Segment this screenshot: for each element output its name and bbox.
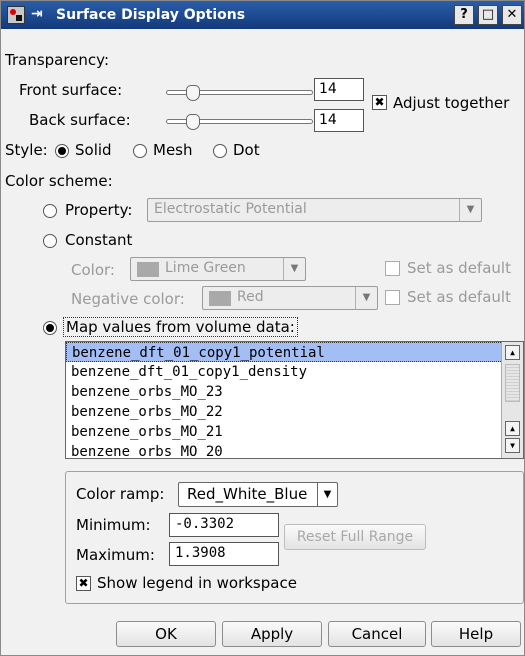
style-mesh-label[interactable]: Mesh — [153, 141, 193, 159]
color-swatch — [137, 262, 159, 277]
scroll-up-icon[interactable]: ▲ — [505, 345, 520, 360]
title-bar[interactable]: ⇥ Surface Display Options ? □ ✕ — [1, 1, 524, 29]
color-label: Color: — [71, 261, 115, 279]
maximum-label: Maximum: — [76, 546, 155, 564]
style-solid-radio[interactable] — [55, 144, 69, 158]
style-mesh-radio[interactable] — [133, 144, 147, 158]
adjust-together-checkbox[interactable]: ✖ — [372, 95, 387, 110]
negative-color-select[interactable]: Red ▼ — [202, 286, 378, 310]
style-label: Style: — [5, 141, 48, 159]
set-default-label[interactable]: Set as default — [407, 259, 511, 277]
front-surface-value[interactable]: 14 — [314, 78, 364, 101]
negative-color-swatch — [209, 291, 231, 306]
pin-icon[interactable]: ⇥ — [31, 6, 43, 22]
negative-color-label: Negative color: — [71, 290, 185, 308]
surface-display-options-dialog: ⇥ Surface Display Options ? □ ✕ Transpar… — [0, 0, 525, 656]
ok-button[interactable]: OK — [116, 621, 216, 647]
reset-full-range-button[interactable]: Reset Full Range — [284, 524, 426, 550]
style-dot-radio[interactable] — [213, 144, 227, 158]
color-ramp-dropdown-icon[interactable]: ▼ — [317, 483, 337, 506]
list-item[interactable]: benzene_orbs_MO_20 — [66, 442, 523, 458]
scroll-down-icon[interactable]: ▼ — [505, 438, 520, 453]
front-surface-slider[interactable] — [166, 85, 313, 101]
constant-radio[interactable] — [43, 234, 57, 248]
property-dropdown-icon[interactable]: ▼ — [459, 199, 481, 221]
property-select[interactable]: Electrostatic Potential ▼ — [147, 198, 482, 222]
cancel-button[interactable]: Cancel — [328, 621, 426, 647]
color-ramp-value: Red_White_Blue — [187, 485, 308, 503]
list-scrollbar[interactable]: ▲ ▲ ▼ — [501, 342, 523, 458]
property-radio[interactable] — [43, 204, 57, 218]
back-slider-thumb[interactable] — [186, 114, 200, 130]
window-title: Surface Display Options — [56, 7, 246, 23]
close-button[interactable]: ✕ — [502, 5, 522, 25]
property-select-value: Electrostatic Potential — [154, 201, 307, 217]
back-surface-slider[interactable] — [166, 114, 313, 130]
map-values-label[interactable]: Map values from volume data: — [63, 317, 298, 337]
show-legend-label[interactable]: Show legend in workspace — [97, 574, 297, 592]
style-solid-label[interactable]: Solid — [75, 141, 112, 159]
front-slider-thumb[interactable] — [186, 85, 200, 101]
maximize-button[interactable]: □ — [478, 5, 498, 25]
set-default-negative-label[interactable]: Set as default — [407, 288, 511, 306]
back-surface-label: Back surface: — [29, 111, 131, 129]
color-select[interactable]: Lime Green ▼ — [130, 257, 306, 281]
color-ramp-label: Color ramp: — [76, 485, 165, 503]
volume-data-list[interactable]: benzene_dft_01_copy1_potential benzene_d… — [65, 341, 524, 459]
color-ramp-select[interactable]: Red_White_Blue ▼ — [178, 482, 338, 507]
negative-color-dropdown-icon[interactable]: ▼ — [355, 287, 377, 309]
list-item[interactable]: benzene_orbs_MO_22 — [66, 402, 523, 422]
negative-color-select-value: Red — [237, 289, 264, 305]
back-surface-value[interactable]: 14 — [314, 109, 364, 132]
front-surface-label: Front surface: — [19, 81, 123, 99]
set-default-checkbox[interactable] — [385, 261, 400, 276]
minimum-label: Minimum: — [76, 516, 151, 534]
transparency-label: Transparency: — [5, 51, 110, 69]
list-item[interactable]: benzene_dft_01_copy1_density — [66, 362, 523, 382]
app-icon[interactable] — [7, 6, 25, 24]
maximum-input[interactable]: 1.3908 — [169, 542, 279, 566]
list-item[interactable]: benzene_orbs_MO_21 — [66, 422, 523, 442]
help-button[interactable]: Help — [431, 621, 521, 647]
minimum-input[interactable]: -0.3302 — [169, 513, 279, 537]
map-values-radio[interactable] — [43, 321, 57, 335]
show-legend-checkbox[interactable]: ✖ — [76, 576, 91, 591]
list-item[interactable]: benzene_orbs_MO_23 — [66, 382, 523, 402]
help-title-button[interactable]: ? — [454, 5, 474, 25]
apply-button[interactable]: Apply — [222, 621, 322, 647]
set-default-negative-checkbox[interactable] — [385, 290, 400, 305]
property-label[interactable]: Property: — [65, 201, 132, 219]
color-dropdown-icon[interactable]: ▼ — [283, 258, 305, 280]
adjust-together-label[interactable]: Adjust together — [393, 94, 509, 112]
list-item[interactable]: benzene_dft_01_copy1_potential — [66, 342, 523, 362]
scroll-page-up-icon[interactable]: ▲ — [505, 421, 520, 436]
style-dot-label[interactable]: Dot — [233, 141, 260, 159]
constant-label[interactable]: Constant — [65, 231, 132, 249]
color-scheme-label: Color scheme: — [5, 172, 113, 190]
color-select-value: Lime Green — [165, 260, 246, 276]
scroll-thumb[interactable] — [505, 364, 520, 402]
